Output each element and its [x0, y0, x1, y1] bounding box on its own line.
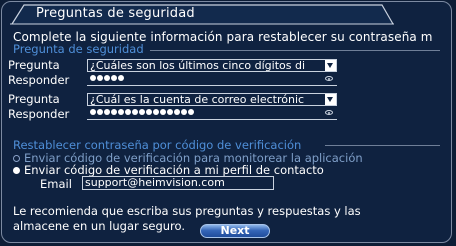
answer-1-masked-value: [90, 75, 124, 81]
email-label: Email: [40, 177, 72, 191]
section-divider: [325, 145, 440, 146]
recommendation-line-2: almacene en un lugar seguro.: [13, 219, 185, 233]
verify-section-legend: Restablecer contraseña por código de ver…: [13, 138, 302, 152]
question-1-label: Pregunta: [8, 58, 60, 72]
question-1-select[interactable]: ¿Cuáles son los últimos cinco dígitos di: [87, 59, 337, 72]
answer-1-field[interactable]: [87, 74, 337, 86]
answer-1-label: Responder: [8, 73, 70, 87]
section-divider: [150, 50, 440, 51]
dialog-title: Preguntas de seguridad: [36, 6, 195, 21]
show-password-eye-icon[interactable]: [325, 76, 333, 81]
option-app-radio[interactable]: [13, 155, 20, 162]
chevron-down-icon[interactable]: [325, 60, 336, 71]
show-password-eye-icon[interactable]: [325, 110, 333, 115]
answer-2-label: Responder: [8, 107, 70, 121]
dialog-titlebar: Preguntas de seguridad: [10, 3, 394, 25]
chevron-down-icon[interactable]: [325, 94, 336, 105]
next-button[interactable]: Next: [200, 224, 270, 238]
security-section-legend: Pregunta de seguridad: [13, 42, 144, 56]
option-email-radio[interactable]: [13, 167, 20, 174]
question-1-value: ¿Cuáles son los últimos cinco dígitos di: [90, 59, 306, 72]
email-field[interactable]: support@heimvision.com: [82, 176, 274, 190]
question-2-select[interactable]: ¿Cuál es la cuenta de correo electrónic: [87, 93, 337, 106]
question-2-value: ¿Cuál es la cuenta de correo electrónic: [90, 93, 305, 106]
answer-2-field[interactable]: [87, 108, 337, 120]
question-2-label: Pregunta: [8, 92, 60, 106]
answer-2-masked-value: [90, 109, 194, 115]
option-email-label[interactable]: Enviar código de verificación a mi perfi…: [24, 163, 324, 177]
email-value: support@heimvision.com: [85, 176, 225, 189]
recommendation-line-1: Le recomienda que escriba sus preguntas …: [13, 204, 361, 218]
